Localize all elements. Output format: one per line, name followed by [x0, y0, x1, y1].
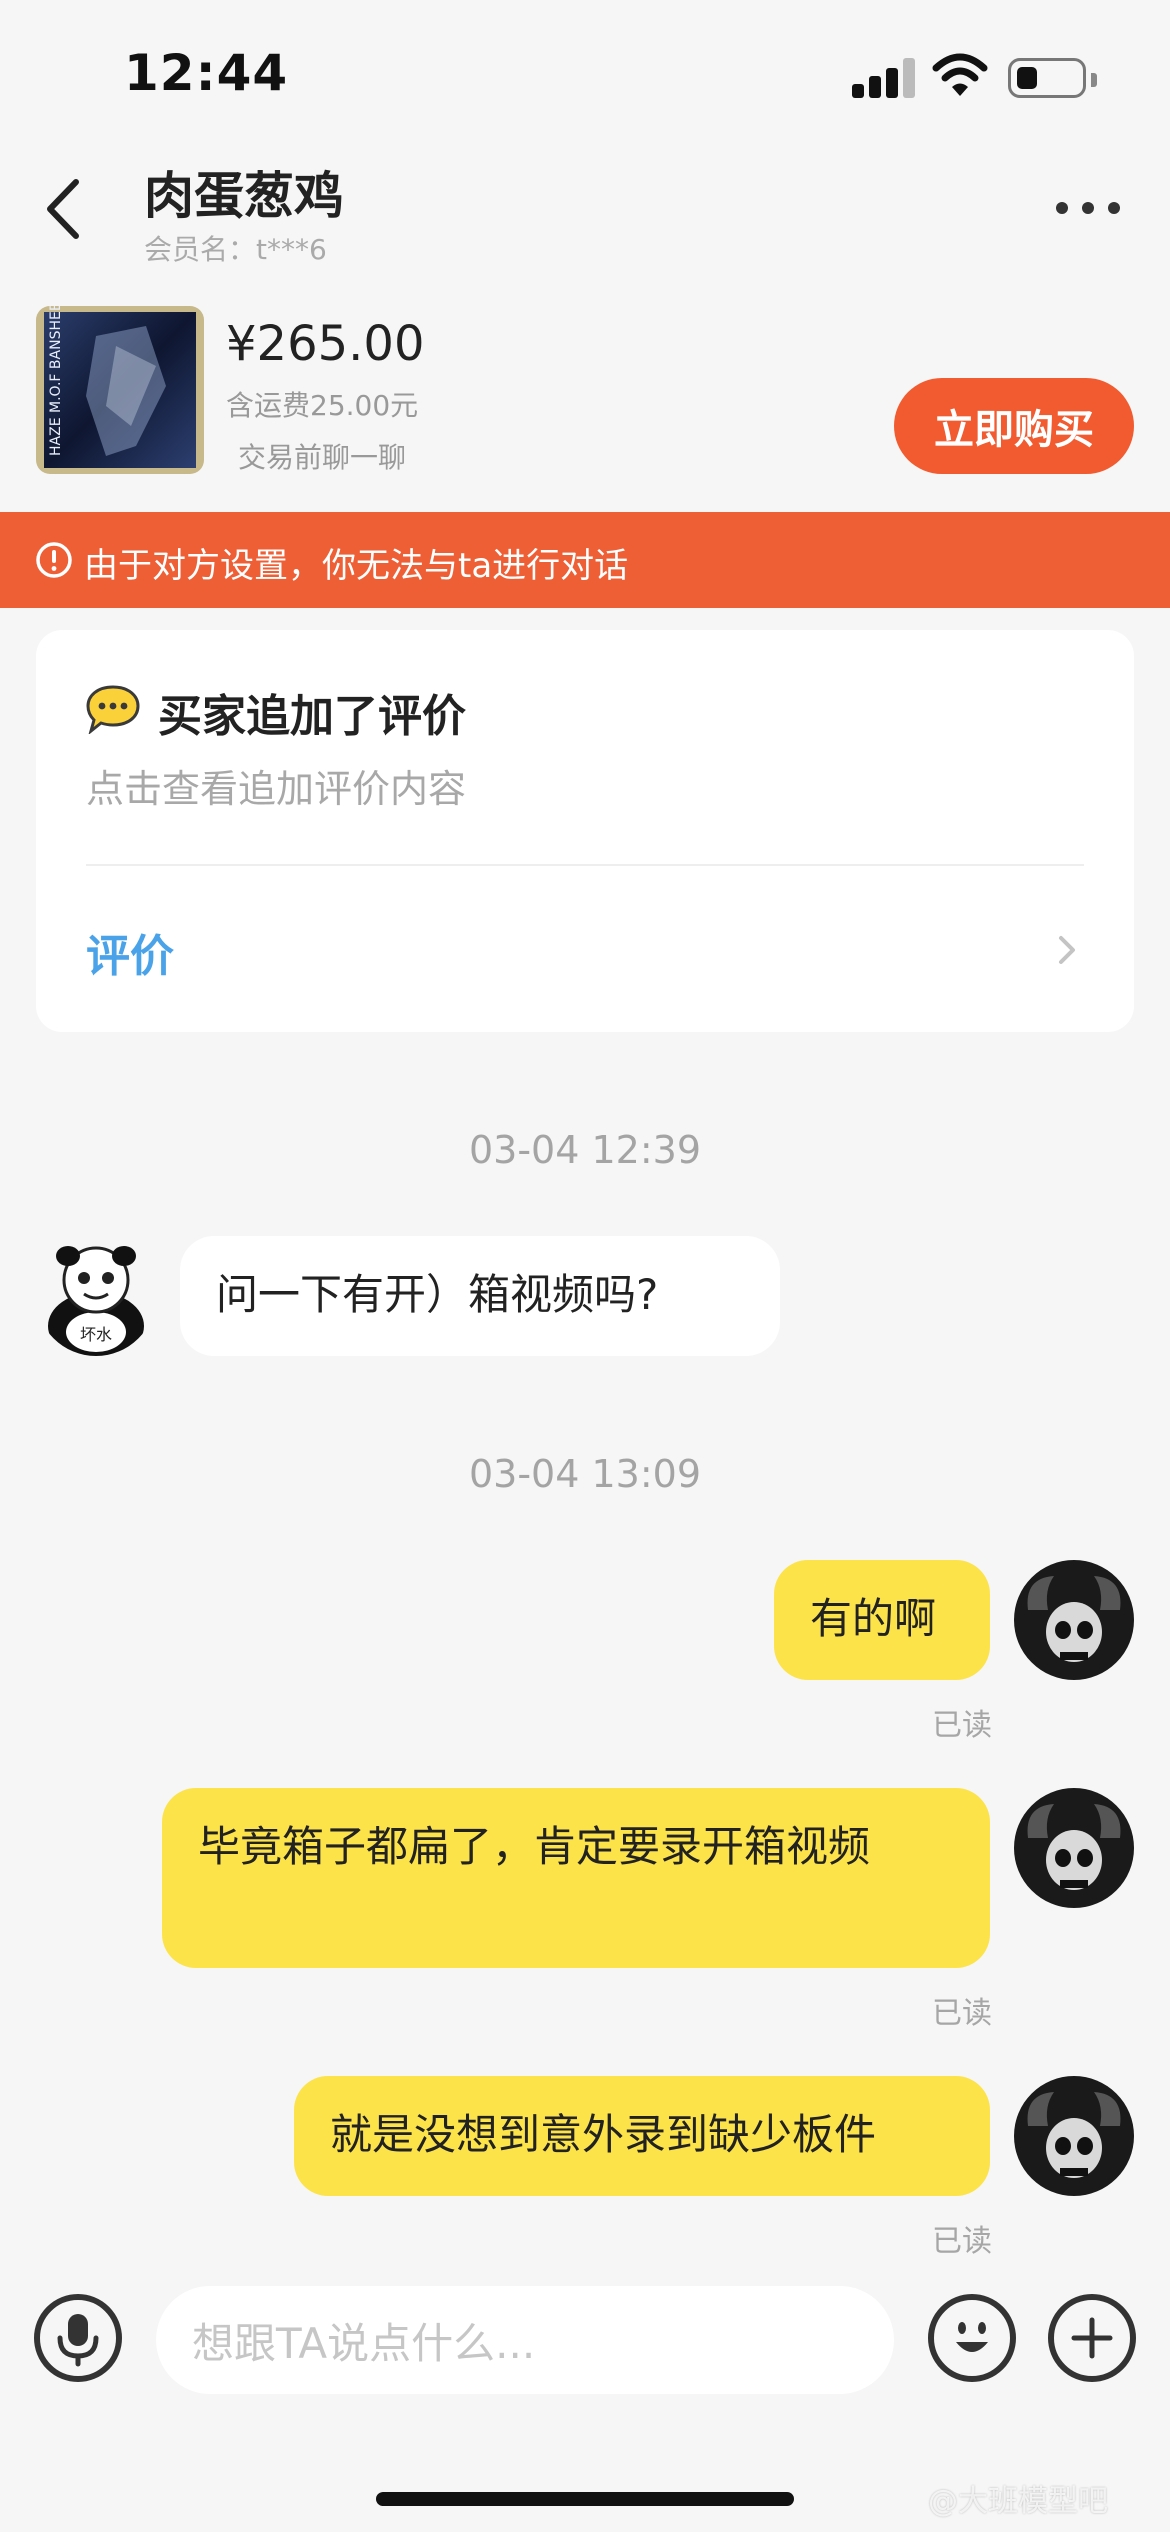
message-input[interactable]: 想跟TA说点什么... — [156, 2286, 894, 2394]
battery-icon — [1008, 58, 1097, 98]
self-avatar[interactable] — [1014, 1788, 1134, 1908]
member-name: 会员名：t***6 — [144, 233, 327, 266]
prechat-label: 交易前聊一聊 — [238, 441, 407, 474]
product-thumbnail[interactable]: HAZE M.O.F BANSHEE UNICORN — [36, 306, 204, 474]
chat-timestamp: 03-04 12:39 — [468, 1128, 701, 1172]
message-bubble[interactable]: 有的啊 — [774, 1560, 990, 1680]
review-card[interactable]: 买家追加了评价 点击查看追加评价内容 评价 — [36, 630, 1134, 1032]
product-price: ¥265.00 — [226, 316, 425, 372]
add-attachment-icon[interactable] — [1048, 2294, 1136, 2382]
chat-restricted-banner: 由于对方设置，你无法与ta进行对话 — [0, 512, 1170, 608]
message-bubble[interactable]: 毕竟箱子都扁了，肯定要录开箱视频 — [162, 1788, 990, 1968]
avatar-caption: 坏水 — [80, 1325, 112, 1344]
self-avatar[interactable] — [1014, 2076, 1134, 2196]
status-bar: 12:44 — [0, 0, 1170, 140]
read-status: 已读 — [932, 1708, 992, 1743]
divider — [86, 864, 1084, 866]
message-bubble[interactable]: 问一下有开）箱视频吗? — [180, 1236, 780, 1356]
read-status: 已读 — [932, 2224, 992, 2259]
self-avatar[interactable] — [1014, 1560, 1134, 1680]
home-indicator — [376, 2492, 794, 2506]
warning-text: 由于对方设置，你无法与ta进行对话 — [84, 546, 629, 586]
warning-icon — [36, 542, 72, 578]
review-card-subtitle: 点击查看追加评价内容 — [86, 767, 467, 811]
read-status: 已读 — [932, 1996, 992, 2031]
input-bar: 想跟TA说点什么... — [0, 2270, 1170, 2410]
emoji-icon[interactable] — [928, 2294, 1016, 2382]
thumbnail-text: HAZE M.O.F BANSHEE UNICORN — [48, 306, 64, 456]
back-arrow-icon[interactable] — [40, 174, 90, 244]
contact-avatar[interactable]: 坏水 — [36, 1236, 156, 1356]
review-card-title: 买家追加了评价 — [158, 691, 466, 742]
buy-now-button[interactable]: 立即购买 — [894, 378, 1134, 474]
speech-bubble-icon — [86, 685, 140, 734]
product-summary[interactable]: HAZE M.O.F BANSHEE UNICORN ¥265.00 含运费25… — [0, 296, 1170, 496]
contact-name: 肉蛋葱鸡 — [144, 167, 344, 225]
wifi-icon — [932, 53, 988, 96]
cellular-signal-icon — [852, 58, 916, 98]
more-options-icon[interactable] — [1056, 196, 1122, 220]
watermark: @大班模型吧 — [928, 2484, 1108, 2519]
shipping-fee: 含运费25.00元 — [226, 389, 419, 422]
status-time: 12:44 — [124, 44, 289, 102]
message-bubble[interactable]: 就是没想到意外录到缺少板件 — [294, 2076, 990, 2196]
chat-timestamp: 03-04 13:09 — [468, 1452, 701, 1496]
voice-input-icon[interactable] — [34, 2294, 122, 2382]
chat-header: 肉蛋葱鸡 会员名：t***6 — [0, 140, 1170, 280]
chevron-right-icon[interactable] — [1052, 930, 1082, 970]
review-link[interactable]: 评价 — [86, 920, 174, 984]
